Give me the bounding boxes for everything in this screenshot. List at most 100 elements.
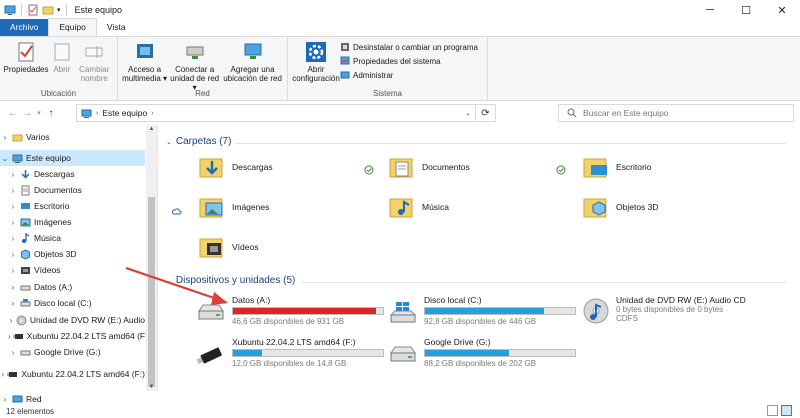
folder-documentos[interactable]: Documentos	[388, 153, 470, 181]
minimize-button[interactable]: ─	[692, 0, 728, 20]
open-icon	[54, 43, 70, 61]
sidebar-item-este-equipo[interactable]: ⌄ Este equipo	[0, 150, 145, 166]
expand-chevron-icon[interactable]: ›	[8, 170, 18, 179]
desinstalar-programa-button[interactable]: Desinstalar o cambiar un programa	[340, 41, 478, 53]
sidebar-item-datos-a[interactable]: › Datos (A:)	[0, 279, 145, 295]
administrar-button[interactable]: Administrar	[340, 69, 478, 81]
sidebar-item-videos[interactable]: › Vídeos	[0, 262, 145, 278]
sidebar-item-label: Objetos 3D	[34, 249, 77, 259]
up-arrow-icon[interactable]: ↑	[44, 108, 58, 119]
drive-disco-local-c[interactable]: Disco local (C:) 92,8 GB disponibles de …	[388, 295, 576, 326]
usb-drive-icon	[196, 347, 222, 365]
separator	[21, 4, 22, 16]
scrollbar-thumb[interactable]	[148, 197, 155, 387]
sidebar-item-disco-local-c[interactable]: › Disco local (C:)	[0, 295, 145, 311]
folder-label: Objetos 3D	[616, 202, 659, 212]
folder-imagenes[interactable]: Imágenes	[198, 193, 269, 221]
expand-chevron-icon[interactable]: ›	[0, 395, 10, 404]
refresh-button[interactable]: ⟳	[476, 104, 496, 122]
forward-arrow-icon[interactable]: →	[20, 108, 34, 119]
expand-chevron-icon[interactable]: ›	[0, 133, 10, 142]
3d-objects-icon	[21, 248, 30, 260]
sidebar-item-varios[interactable]: › Varios	[0, 129, 145, 145]
breadcrumb-chevron-icon[interactable]: ›	[151, 110, 153, 117]
close-button[interactable]: ✕	[764, 0, 800, 20]
folder-escritorio[interactable]: Escritorio	[582, 153, 651, 181]
drive-dvd-e[interactable]: Unidad de DVD RW (E:) Audio CD 0 bytes d…	[582, 295, 746, 325]
new-folder-icon[interactable]	[42, 4, 54, 16]
scroll-down-icon[interactable]: ▼	[146, 384, 157, 390]
address-dropdown-chevron-icon[interactable]: ⌄	[465, 109, 471, 117]
propiedades-sistema-button[interactable]: Propiedades del sistema	[340, 55, 478, 67]
expand-chevron-icon[interactable]: ›	[8, 316, 14, 325]
collapse-chevron-icon[interactable]: ⌄	[166, 138, 172, 146]
manage-computer-icon	[340, 71, 350, 79]
customize-toolbar-chevron-icon[interactable]: ▾	[57, 6, 61, 14]
recent-locations-chevron-icon[interactable]: ▾	[34, 109, 44, 117]
sidebar-scrollbar[interactable]: ▲ ▼	[146, 125, 157, 391]
drive-label: Google Drive (G:)	[424, 337, 491, 347]
folders-section-header[interactable]: ⌄ Carpetas (7)	[166, 136, 231, 147]
folder-videos[interactable]: Vídeos	[198, 233, 258, 261]
search-input[interactable]: Buscar en Este equipo	[558, 104, 794, 122]
expand-chevron-icon[interactable]: ›	[8, 186, 18, 195]
expand-chevron-icon[interactable]: ›	[0, 370, 5, 379]
collapse-chevron-icon[interactable]: ⌄	[166, 277, 172, 285]
tab-archivo[interactable]: Archivo	[0, 19, 49, 36]
drive-xubuntu-f[interactable]: Xubuntu 22.04.2 LTS amd64 (F:) 12,0 GB d…	[196, 337, 384, 368]
sidebar-item-xubuntu-f[interactable]: › Xubuntu 22.04.2 LTS amd64 (F:	[0, 328, 147, 344]
scroll-up-icon[interactable]: ▲	[146, 126, 157, 132]
expand-chevron-icon[interactable]: ›	[8, 202, 18, 211]
this-pc-icon[interactable]	[4, 4, 16, 16]
tab-equipo[interactable]: Equipo	[48, 18, 97, 36]
sidebar-item-descargas[interactable]: › Descargas	[0, 166, 145, 182]
drive-datos-a[interactable]: Datos (A:) 46,6 GB disponibles de 931 GB	[196, 295, 384, 326]
tiles-view-icon[interactable]	[781, 405, 792, 416]
audio-cd-icon	[583, 298, 609, 324]
drive-google-drive-g[interactable]: Google Drive (G:) 88,2 GB disponibles de…	[388, 337, 576, 368]
drive-usage-bar	[232, 349, 384, 357]
sidebar-item-imagenes[interactable]: › Imágenes	[0, 214, 145, 230]
sidebar-item-dvd-e[interactable]: › Unidad de DVD RW (E:) Audio	[0, 312, 145, 328]
expand-chevron-icon[interactable]: ›	[8, 283, 18, 292]
sidebar-item-musica[interactable]: › Música	[0, 230, 145, 246]
usb-drive-icon	[12, 333, 23, 339]
breadcrumb-this-pc[interactable]: Este equipo	[102, 108, 147, 118]
folder-objetos-3d[interactable]: Objetos 3D	[582, 193, 659, 221]
expand-chevron-icon[interactable]: ›	[8, 234, 18, 243]
agregar-ubicacion-label: Agregar una ubicación de red	[223, 65, 282, 83]
sidebar-item-google-drive-g[interactable]: › Google Drive (G:)	[0, 344, 145, 360]
sidebar-item-escritorio[interactable]: › Escritorio	[0, 198, 145, 214]
drive-usage-fill	[425, 308, 544, 314]
expand-chevron-icon[interactable]: ›	[8, 348, 18, 357]
sidebar-item-label: Vídeos	[34, 265, 61, 275]
folder-musica[interactable]: Música	[388, 193, 449, 221]
collapse-chevron-icon[interactable]: ⌄	[0, 154, 10, 163]
expand-chevron-icon[interactable]: ›	[8, 266, 18, 275]
folder-icon	[12, 134, 23, 141]
folder-descargas[interactable]: Descargas	[198, 153, 273, 181]
drives-section-header[interactable]: ⌄ Dispositivos y unidades (5)	[166, 275, 295, 286]
desinstalar-label: Desinstalar o cambiar un programa	[353, 42, 478, 52]
expand-chevron-icon[interactable]: ›	[8, 332, 11, 341]
sidebar-item-label: Datos (A:)	[34, 282, 73, 292]
sidebar-item-xubuntu-f-root[interactable]: › Xubuntu 22.04.2 LTS amd64 (F:)	[0, 366, 145, 382]
drive-info: Google Drive (G:) 88,2 GB disponibles de…	[424, 337, 576, 368]
sidebar-item-label: Documentos	[34, 185, 82, 195]
back-arrow-icon[interactable]: ←	[6, 108, 20, 119]
sidebar-item-documentos[interactable]: › Documentos	[0, 182, 145, 198]
navigation-pane: › Varios ⌄ Este equipo › Descargas › Doc…	[0, 125, 158, 391]
view-toggle	[767, 405, 792, 416]
details-view-icon[interactable]	[767, 405, 778, 416]
expand-chevron-icon[interactable]: ›	[8, 250, 18, 259]
tab-vista[interactable]: Vista	[97, 19, 136, 36]
properties-icon[interactable]	[27, 4, 39, 16]
expand-chevron-icon[interactable]: ›	[8, 299, 18, 308]
sidebar-item-label: Música	[34, 233, 61, 243]
maximize-button[interactable]: ☐	[728, 0, 764, 20]
drive-filesystem: CDFS	[616, 314, 638, 323]
drive-label: Unidad de DVD RW (E:) Audio CD	[616, 295, 746, 305]
sidebar-item-objetos-3d[interactable]: › Objetos 3D	[0, 246, 145, 262]
breadcrumb[interactable]: › Este equipo › ⌄	[76, 104, 476, 122]
expand-chevron-icon[interactable]: ›	[8, 218, 18, 227]
